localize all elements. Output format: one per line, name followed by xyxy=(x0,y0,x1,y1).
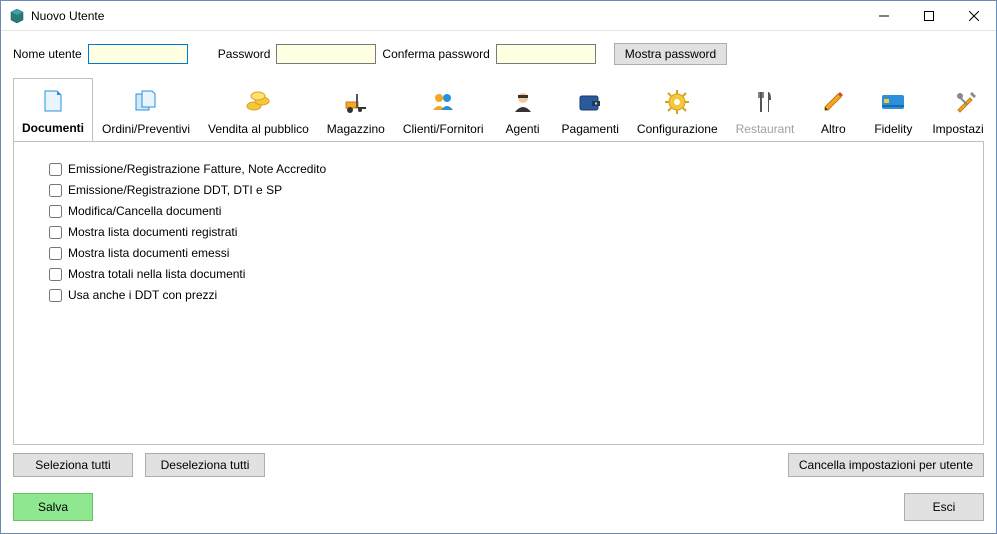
selection-footer: Seleziona tutti Deseleziona tutti Cancel… xyxy=(13,453,984,477)
username-label: Nome utente xyxy=(13,47,82,61)
wallet-icon xyxy=(574,86,606,118)
confirm-password-label: Conferma password xyxy=(382,47,489,61)
forklift-icon xyxy=(340,86,372,118)
app-icon xyxy=(9,8,25,24)
select-all-button[interactable]: Seleziona tutti xyxy=(13,453,133,477)
permission-label: Emissione/Registrazione DDT, DTI e SP xyxy=(68,183,282,197)
permission-checkbox[interactable] xyxy=(49,289,62,302)
permission-checkbox[interactable] xyxy=(49,184,62,197)
tab-label: Restaurant xyxy=(736,122,795,136)
tab-label: Configurazione xyxy=(637,122,718,136)
tab-label: Ordini/Preventivi xyxy=(102,122,190,136)
tab-label: Clienti/Fornitori xyxy=(403,122,484,136)
app-window: Nuovo Utente Nome utente Passwo xyxy=(0,0,997,534)
permission-row: Mostra lista documenti registrati xyxy=(49,225,963,239)
tab-label: Altro xyxy=(821,122,846,136)
permission-row: Usa anche i DDT con prezzi xyxy=(49,288,963,302)
delete-user-settings-button[interactable]: Cancella impostazioni per utente xyxy=(788,453,984,477)
pencil-icon xyxy=(817,86,849,118)
tab-configurazione[interactable]: Configurazione xyxy=(628,79,727,142)
permission-row: Emissione/Registrazione DDT, DTI e SP xyxy=(49,183,963,197)
window-controls xyxy=(861,1,996,30)
tab-magazzino[interactable]: Magazzino xyxy=(318,79,394,142)
permission-checkbox[interactable] xyxy=(49,268,62,281)
tab-label: Impostazioni xyxy=(932,122,984,136)
exit-button[interactable]: Esci xyxy=(904,493,984,521)
save-button[interactable]: Salva xyxy=(13,493,93,521)
permission-row: Emissione/Registrazione Fatture, Note Ac… xyxy=(49,162,963,176)
permission-row: Mostra lista documenti emessi xyxy=(49,246,963,260)
tab-label: Pagamenti xyxy=(562,122,619,136)
titlebar: Nuovo Utente xyxy=(1,1,996,31)
cutlery-icon xyxy=(749,86,781,118)
tab-clienti-fornitori[interactable]: Clienti/Fornitori xyxy=(394,79,493,142)
tab-pagamenti[interactable]: Pagamenti xyxy=(553,79,628,142)
permission-label: Mostra totali nella lista documenti xyxy=(68,267,245,281)
permission-label: Mostra lista documenti registrati xyxy=(68,225,237,239)
permission-row: Mostra totali nella lista documenti xyxy=(49,267,963,281)
permission-label: Mostra lista documenti emessi xyxy=(68,246,229,260)
action-footer: Salva Esci xyxy=(13,493,984,521)
permission-checkbox[interactable] xyxy=(49,226,62,239)
tab-label: Agenti xyxy=(506,122,540,136)
maximize-button[interactable] xyxy=(906,1,951,30)
tabstrip: Documenti Ordini/Preventivi xyxy=(13,77,984,142)
coins-icon xyxy=(242,86,274,118)
deselect-all-button[interactable]: Deseleziona tutti xyxy=(145,453,265,477)
tab-label: Documenti xyxy=(22,121,84,135)
tab-ordini-preventivi[interactable]: Ordini/Preventivi xyxy=(93,79,199,142)
window-title: Nuovo Utente xyxy=(31,9,861,23)
tab-documenti[interactable]: Documenti xyxy=(13,78,93,142)
permission-row: Modifica/Cancella documenti xyxy=(49,204,963,218)
tab-label: Magazzino xyxy=(327,122,385,136)
tab-restaurant[interactable]: Restaurant xyxy=(727,79,804,142)
tab-altro[interactable]: Altro xyxy=(803,79,863,142)
minimize-button[interactable] xyxy=(861,1,906,30)
close-button[interactable] xyxy=(951,1,996,30)
documents-stack-icon xyxy=(130,86,162,118)
permission-checkbox[interactable] xyxy=(49,205,62,218)
tab-label: Fidelity xyxy=(874,122,912,136)
tab-label: Vendita al pubblico xyxy=(208,122,309,136)
gear-icon xyxy=(661,86,693,118)
tools-icon xyxy=(950,86,982,118)
card-icon xyxy=(877,86,909,118)
content-area: Nome utente Password Conferma password M… xyxy=(1,31,996,533)
tab-panel-documenti: Emissione/Registrazione Fatture, Note Ac… xyxy=(13,142,984,445)
password-input[interactable] xyxy=(276,44,376,64)
tab-fidelity[interactable]: Fidelity xyxy=(863,79,923,142)
credentials-row: Nome utente Password Conferma password M… xyxy=(13,43,984,65)
permission-label: Usa anche i DDT con prezzi xyxy=(68,288,217,302)
tab-impostazioni[interactable]: Impostazioni xyxy=(923,79,984,142)
tab-vendita-pubblico[interactable]: Vendita al pubblico xyxy=(199,79,318,142)
username-input[interactable] xyxy=(88,44,188,64)
agent-icon xyxy=(507,86,539,118)
permission-checkbox[interactable] xyxy=(49,247,62,260)
document-icon xyxy=(37,85,69,117)
show-password-button[interactable]: Mostra password xyxy=(614,43,727,65)
permission-label: Modifica/Cancella documenti xyxy=(68,204,221,218)
permission-checkbox[interactable] xyxy=(49,163,62,176)
people-icon xyxy=(427,86,459,118)
tab-agenti[interactable]: Agenti xyxy=(493,79,553,142)
confirm-password-input[interactable] xyxy=(496,44,596,64)
permission-label: Emissione/Registrazione Fatture, Note Ac… xyxy=(68,162,326,176)
password-label: Password xyxy=(218,47,271,61)
